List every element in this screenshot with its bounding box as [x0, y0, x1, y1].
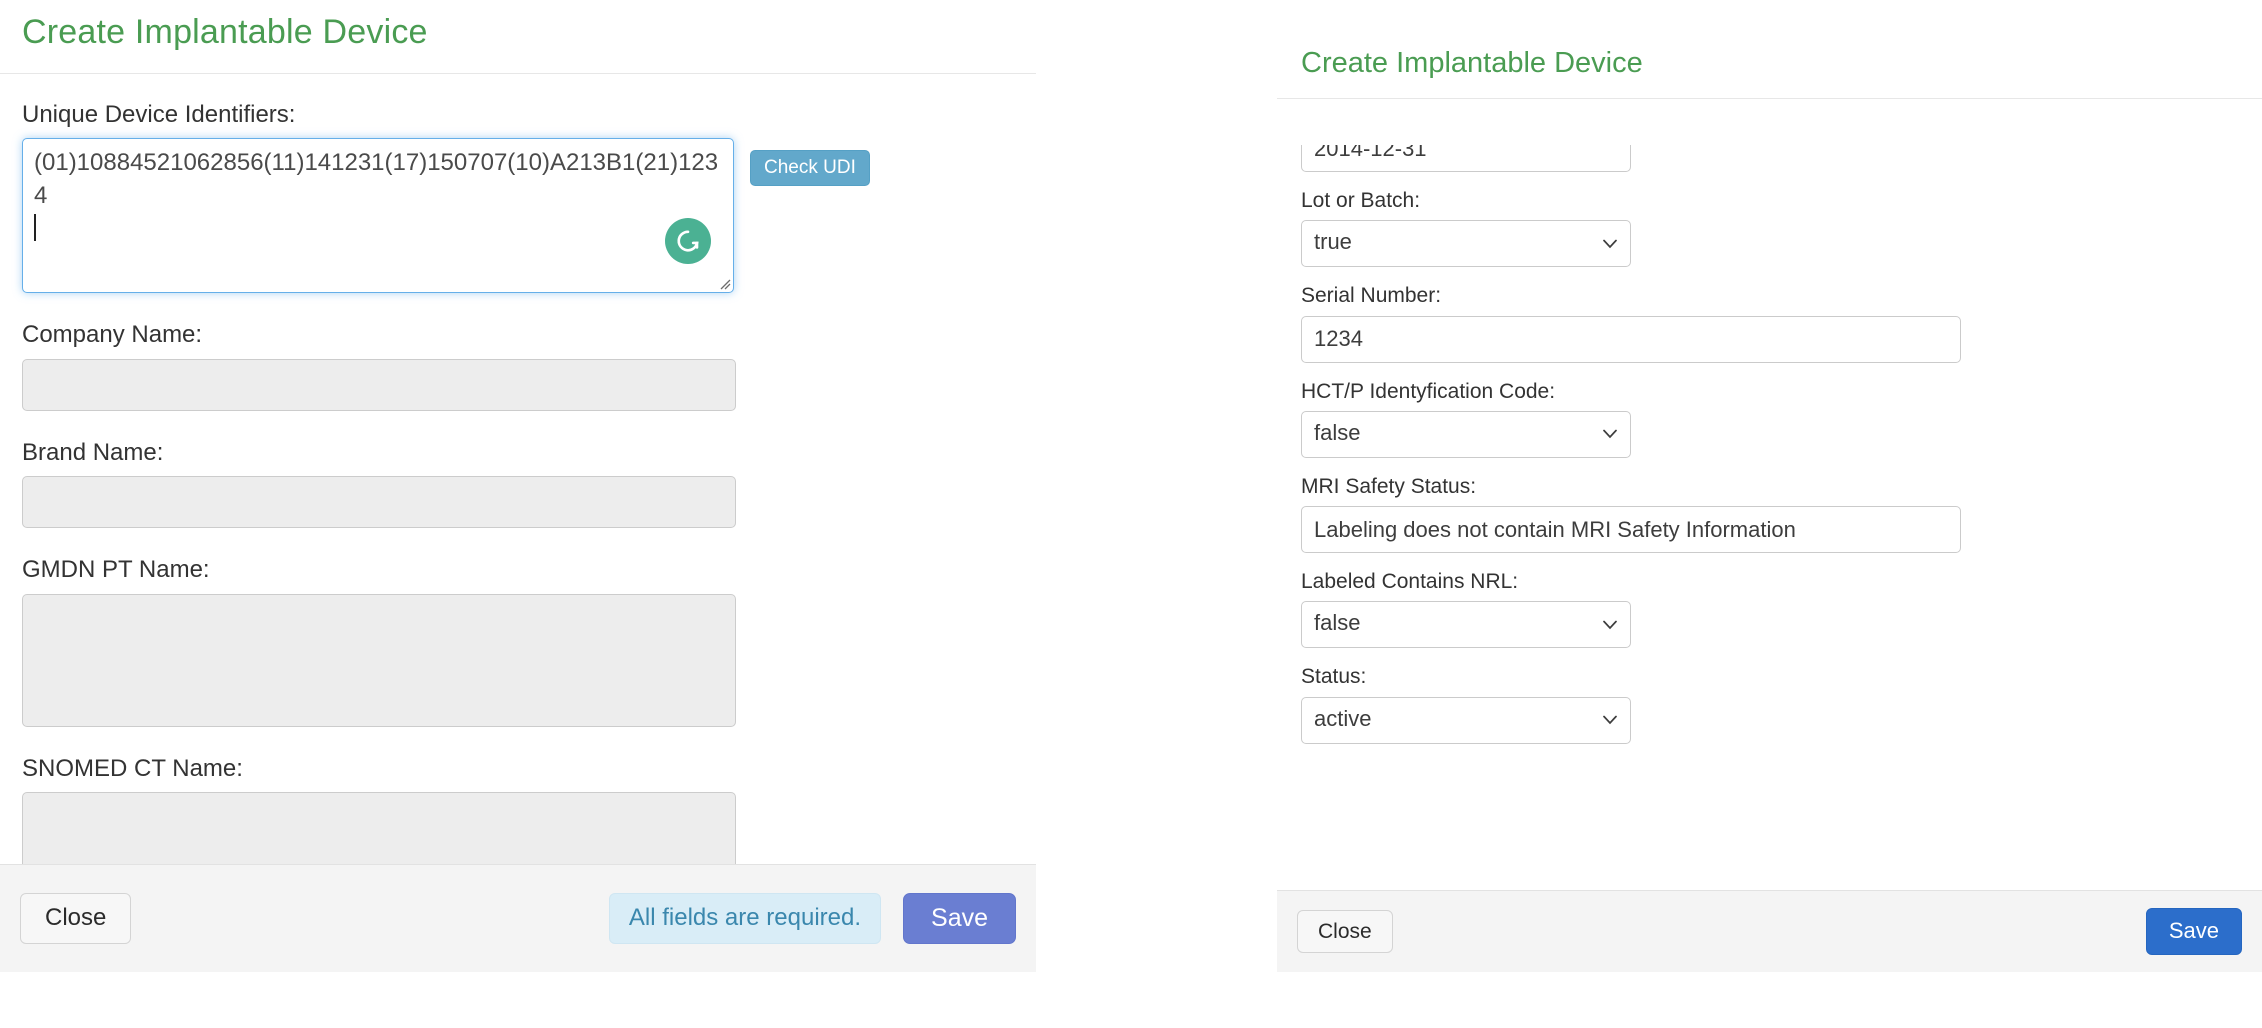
- check-udi-button[interactable]: Check UDI: [750, 150, 870, 186]
- close-button-right[interactable]: Close: [1297, 910, 1393, 953]
- resize-handle-icon[interactable]: [715, 274, 731, 290]
- status-label: Status:: [1301, 663, 2238, 690]
- chevron-down-icon: [1603, 620, 1617, 629]
- snomed-ct-name-label: SNOMED CT Name:: [22, 753, 1014, 785]
- field-group-gmdn-pt-name: GMDN PT Name:: [22, 554, 1014, 726]
- lot-or-batch-label: Lot or Batch:: [1301, 187, 2238, 214]
- grammarly-icon[interactable]: [665, 218, 711, 264]
- chevron-down-icon: [1603, 430, 1617, 439]
- serial-number-input[interactable]: [1301, 316, 1961, 363]
- serial-number-label: Serial Number:: [1301, 282, 2238, 309]
- gmdn-pt-name-input: [22, 594, 736, 727]
- field-group-company-name: Company Name:: [22, 319, 1014, 410]
- required-fields-message: All fields are required.: [609, 893, 881, 943]
- udi-input-value: (01)10884521062856(11)141231(17)150707(1…: [34, 147, 722, 211]
- company-name-input: [22, 359, 736, 411]
- field-group-hctp-identification-code: HCT/P Identyfication Code: false: [1301, 378, 2238, 458]
- udi-row: (01)10884521062856(11)141231(17)150707(1…: [22, 138, 1014, 293]
- field-group-date: [1301, 145, 2238, 172]
- modal-body-right: Lot or Batch: true Serial Number: HCT/P …: [1277, 145, 2262, 900]
- text-caret: [34, 214, 36, 241]
- udi-label: Unique Device Identifiers:: [22, 99, 1014, 131]
- save-button-left[interactable]: Save: [903, 893, 1016, 945]
- company-name-label: Company Name:: [22, 319, 1014, 351]
- field-group-labeled-contains-nrl: Labeled Contains NRL: false: [1301, 568, 2238, 648]
- screenshot-root: Create Implantable Device Unique Device …: [0, 0, 2262, 1028]
- status-select[interactable]: active: [1301, 697, 1631, 744]
- labeled-contains-nrl-select[interactable]: false: [1301, 601, 1631, 648]
- status-value: active: [1314, 706, 1371, 731]
- field-group-brand-name: Brand Name:: [22, 437, 1014, 528]
- labeled-contains-nrl-label: Labeled Contains NRL:: [1301, 568, 2238, 595]
- field-group-status: Status: active: [1301, 663, 2238, 743]
- modal-header-left: Create Implantable Device: [0, 0, 1036, 74]
- modal-body-left: Unique Device Identifiers: (01)108845210…: [0, 81, 1036, 892]
- mri-safety-status-label: MRI Safety Status:: [1301, 473, 2238, 500]
- create-implantable-device-modal-right: Create Implantable Device Lot or Batch: …: [1277, 0, 2262, 1000]
- page-title-left: Create Implantable Device: [22, 14, 1014, 51]
- date-input[interactable]: [1301, 145, 1631, 172]
- gmdn-pt-name-label: GMDN PT Name:: [22, 554, 1014, 586]
- udi-input[interactable]: (01)10884521062856(11)141231(17)150707(1…: [22, 138, 734, 293]
- field-group-mri-safety-status: MRI Safety Status:: [1301, 473, 2238, 553]
- brand-name-label: Brand Name:: [22, 437, 1014, 469]
- close-button-left[interactable]: Close: [20, 893, 131, 943]
- field-group-serial-number: Serial Number:: [1301, 282, 2238, 362]
- modal-header-right: Create Implantable Device: [1277, 0, 2262, 99]
- page-title-right: Create Implantable Device: [1301, 48, 2238, 80]
- brand-name-input: [22, 476, 736, 528]
- labeled-contains-nrl-value: false: [1314, 610, 1360, 635]
- hctp-identification-code-select[interactable]: false: [1301, 411, 1631, 458]
- hctp-identification-code-value: false: [1314, 420, 1360, 445]
- modal-footer-left: Close All fields are required. Save: [0, 864, 1036, 972]
- chevron-down-icon: [1603, 239, 1617, 248]
- modal-footer-right: Close Save: [1277, 890, 2262, 972]
- lot-or-batch-value: true: [1314, 229, 1352, 254]
- hctp-identification-code-label: HCT/P Identyfication Code:: [1301, 378, 2238, 405]
- mri-safety-status-input[interactable]: [1301, 506, 1961, 553]
- save-button-right[interactable]: Save: [2146, 908, 2242, 954]
- field-group-lot-or-batch: Lot or Batch: true: [1301, 187, 2238, 267]
- lot-or-batch-select[interactable]: true: [1301, 220, 1631, 267]
- create-implantable-device-modal-left: Create Implantable Device Unique Device …: [0, 0, 1036, 1000]
- field-group-udi: Unique Device Identifiers: (01)108845210…: [22, 99, 1014, 293]
- chevron-down-icon: [1603, 716, 1617, 725]
